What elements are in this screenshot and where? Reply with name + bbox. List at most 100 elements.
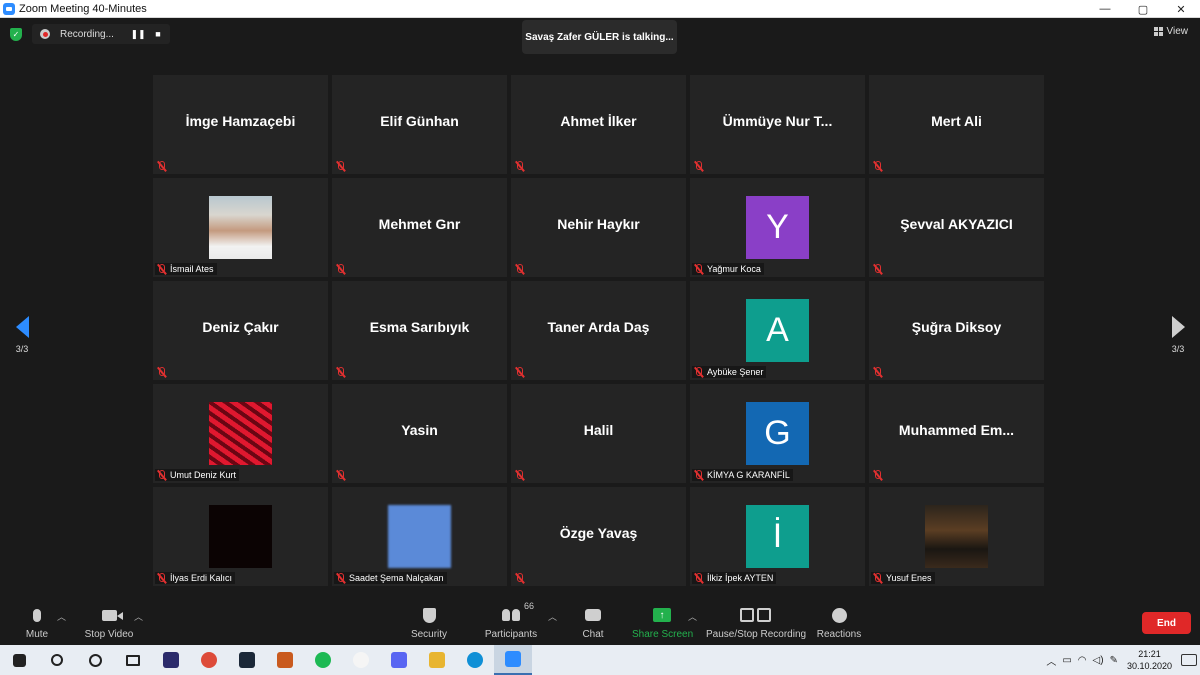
participant-name-tag: İsmail Ates <box>155 263 217 275</box>
steam-icon[interactable] <box>228 645 266 675</box>
share-options-chevron-icon[interactable]: ︿ <box>688 610 697 623</box>
muted-microphone-icon <box>156 263 167 275</box>
taskbar-clock[interactable]: 21:21 30.10.2020 <box>1127 648 1172 672</box>
participant-tile[interactable]: Şevval AKYAZICI <box>869 178 1044 277</box>
participant-tile[interactable]: İlyas Erdi Kalıcı <box>153 487 328 586</box>
task-view-icon[interactable] <box>114 645 152 675</box>
meeting-area: ✓ Recording... ❚❚ ■ Savaş Zafer GÜLER is… <box>0 18 1200 645</box>
participant-tile[interactable]: Elif Günhan <box>332 75 507 174</box>
participant-name-tag: Saadet Şema Nalçakan <box>334 572 447 584</box>
participant-tile[interactable]: Ahmet İlker <box>511 75 686 174</box>
taskbar-search-icon[interactable] <box>38 645 76 675</box>
stop-video-label: Stop Video <box>84 629 134 640</box>
participant-tile[interactable]: Deniz Çakır <box>153 281 328 380</box>
battery-icon[interactable]: ▭ <box>1062 655 1071 666</box>
participant-tile[interactable]: Ümmüye Nur T... <box>690 75 865 174</box>
wifi-icon[interactable]: ◠ <box>1078 655 1087 666</box>
participants-options-chevron-icon[interactable]: ︿ <box>548 610 557 623</box>
participant-tile[interactable]: Y Yağmur Koca <box>690 178 865 277</box>
cortana-circle-icon[interactable] <box>76 645 114 675</box>
muted-microphone-icon <box>514 572 525 584</box>
discord-like-app-icon[interactable] <box>152 645 190 675</box>
participant-tile[interactable]: Mert Ali <box>869 75 1044 174</box>
participant-initial-avatar: İ <box>746 505 809 568</box>
gallery-grid: İmge Hamzaçebi Elif Günhan Ahmet İlker Ümmü… <box>153 75 1044 586</box>
participant-tile[interactable]: A Aybüke Şener <box>690 281 865 380</box>
security-label: Security <box>410 629 448 640</box>
next-page-button[interactable]: 3/3 <box>1158 316 1198 354</box>
muted-microphone-icon <box>872 160 883 172</box>
participant-display-name: Elif Günhan <box>380 113 459 129</box>
participant-name-tag: Yağmur Koca <box>692 263 764 275</box>
spotify-icon[interactable] <box>304 645 342 675</box>
participant-tile[interactable]: Nehir Haykır <box>511 178 686 277</box>
video-options-chevron-icon[interactable]: ︿ <box>134 610 143 623</box>
participant-profile-picture <box>209 196 272 259</box>
chat-button[interactable]: Chat <box>578 606 608 640</box>
itunes-icon[interactable] <box>342 645 380 675</box>
start-windows-icon[interactable] <box>0 645 38 675</box>
notification-center-icon[interactable] <box>1181 654 1197 666</box>
participant-display-name: Esma Sarıbıyık <box>369 319 470 335</box>
share-screen-button[interactable]: ↑ Share Screen <box>632 606 693 640</box>
zoom-taskbar-icon[interactable] <box>494 645 532 675</box>
participant-display-name: Yasin <box>401 422 438 438</box>
participant-initial-avatar: A <box>746 299 809 362</box>
muted-microphone-icon <box>514 160 525 172</box>
participant-tile[interactable]: Saadet Şema Nalçakan <box>332 487 507 586</box>
stop-video-button[interactable]: Stop Video <box>82 606 136 640</box>
view-button[interactable]: View <box>1153 26 1188 37</box>
participant-profile-picture <box>925 505 988 568</box>
chrome-icon[interactable] <box>190 645 228 675</box>
participants-icon <box>502 609 520 621</box>
reactions-button[interactable]: Reactions <box>816 606 862 640</box>
participant-tile[interactable]: Şuğra Diksoy <box>869 281 1044 380</box>
participant-name-tag: İlyas Erdi Kalıcı <box>155 572 236 584</box>
share-screen-arrow-icon: ↑ <box>653 608 671 622</box>
participant-name: İlkiz İpek AYTEN <box>707 573 774 583</box>
participant-tile[interactable]: Yusuf Enes <box>869 487 1044 586</box>
participant-tile[interactable]: Umut Deniz Kurt <box>153 384 328 483</box>
tray-chevron-icon[interactable]: ︿ <box>1046 653 1056 668</box>
muted-microphone-icon <box>335 160 346 172</box>
participant-tile[interactable]: Halil <box>511 384 686 483</box>
participant-name-tag: Yusuf Enes <box>871 572 935 584</box>
security-button[interactable]: Security <box>408 606 450 640</box>
end-meeting-button[interactable]: End <box>1142 612 1191 634</box>
audio-options-chevron-icon[interactable]: ︿ <box>57 610 66 623</box>
grid-view-icon <box>1153 27 1163 36</box>
minimize-button[interactable]: — <box>1086 0 1124 18</box>
muted-microphone-icon <box>693 572 704 584</box>
pause-stop-recording-button[interactable]: Pause/Stop Recording <box>706 606 806 640</box>
participant-tile[interactable]: Mehmet Gnr <box>332 178 507 277</box>
participant-tile[interactable]: İ İlkiz İpek AYTEN <box>690 487 865 586</box>
edge-icon[interactable] <box>456 645 494 675</box>
file-explorer-icon[interactable] <box>418 645 456 675</box>
participant-name-tag: KİMYA G KARANFİL <box>692 469 793 481</box>
close-button[interactable]: ✕ <box>1162 0 1200 18</box>
participant-tile[interactable]: Taner Arda Daş <box>511 281 686 380</box>
participant-tile[interactable]: İsmail Ates <box>153 178 328 277</box>
participant-name-tag <box>155 160 170 172</box>
participant-tile[interactable]: Özge Yavaş <box>511 487 686 586</box>
game-app-icon[interactable] <box>266 645 304 675</box>
participant-display-name: İmge Hamzaçebi <box>185 113 296 129</box>
previous-page-button[interactable]: 3/3 <box>2 316 42 354</box>
participant-tile[interactable]: Yasin <box>332 384 507 483</box>
mute-button[interactable]: Mute <box>20 606 54 640</box>
recording-indicator: Recording... ❚❚ ■ <box>32 24 170 44</box>
volume-icon[interactable]: ◁) <box>1093 655 1104 666</box>
participant-name-tag <box>871 160 886 172</box>
windows-taskbar: ︿ ▭ ◠ ◁) ✎ 21:21 30.10.2020 <box>0 645 1200 675</box>
participant-tile[interactable]: İmge Hamzaçebi <box>153 75 328 174</box>
stop-recording-button[interactable]: ■ <box>148 29 168 39</box>
participant-tile[interactable]: Esma Sarıbıyık <box>332 281 507 380</box>
maximize-button[interactable]: ▢ <box>1124 0 1162 18</box>
pause-recording-button[interactable]: ❚❚ <box>128 29 148 40</box>
pen-icon[interactable]: ✎ <box>1110 655 1118 666</box>
encryption-shield-icon[interactable]: ✓ <box>10 28 22 41</box>
participant-tile[interactable]: G KİMYA G KARANFİL <box>690 384 865 483</box>
participants-button[interactable]: Participants <box>483 606 539 640</box>
discord-icon[interactable] <box>380 645 418 675</box>
participant-tile[interactable]: Muhammed Em... <box>869 384 1044 483</box>
